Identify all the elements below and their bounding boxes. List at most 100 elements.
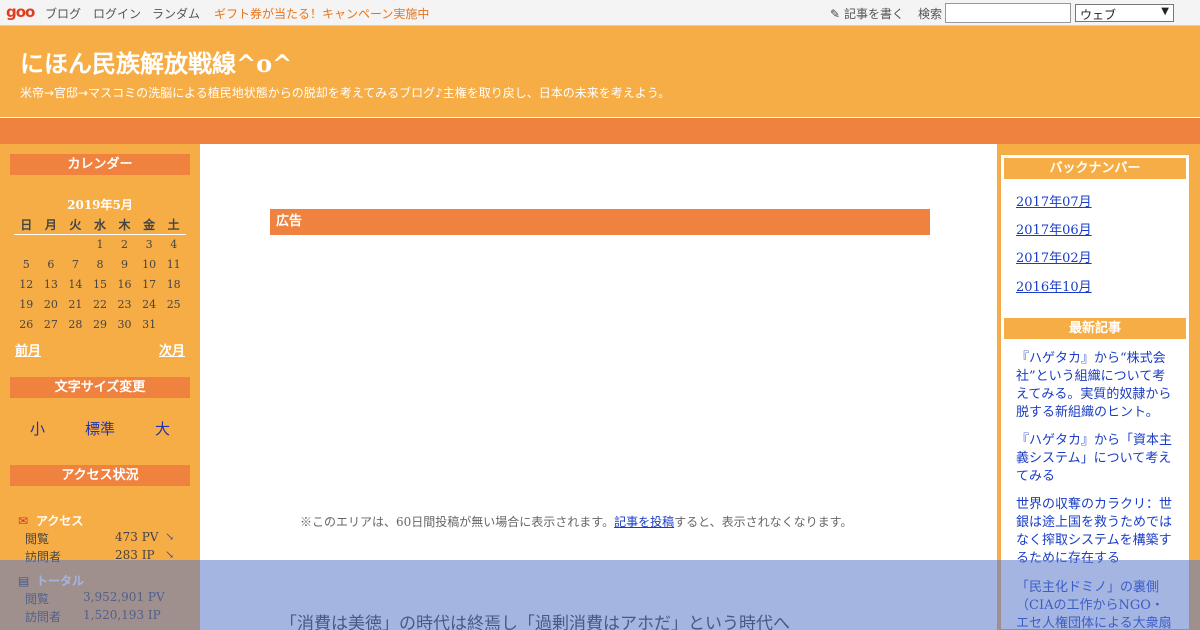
calendar-day: 22 (92, 297, 107, 311)
fontsize-large-button[interactable]: 大 (155, 418, 170, 439)
search-scope-select[interactable]: ウェブ ▼ (1075, 4, 1174, 22)
write-article-button[interactable]: ✎ 記事を書く (830, 5, 904, 22)
calendar-week: 5 6 7 8 9 10 11 (14, 254, 186, 274)
calendar-day: 11 (166, 257, 181, 271)
header-stripe (0, 118, 1200, 144)
write-article-label: 記事を書く (844, 7, 905, 21)
goo-logo[interactable]: goo (6, 3, 35, 21)
calendar-week: 12 13 14 15 16 17 18 (14, 274, 186, 294)
right-sidebar: バックナンバー 2017年07月 2017年06月 2017年02月 2016年… (1000, 154, 1190, 630)
weekday-header: 土 (161, 216, 186, 235)
calendar-day: 7 (71, 257, 79, 271)
recent-article-link[interactable]: 『ハゲタカ』から「資本主義システム」について考えてみる (1016, 432, 1176, 486)
calendar-table: 日月火水木金土 1 2 3 4 5 6 7 8 9 10 11 12 13 14 15 16 17 18 19 20 2… (14, 216, 186, 334)
blog-description: 米帝→官邸→マスコミの洗脳による植民地状態からの脱却を考えてみるブログ♪主権を取… (20, 86, 671, 100)
nav-login-link[interactable]: ログイン (93, 5, 141, 22)
archive-link[interactable]: 2017年02月 (1016, 247, 1092, 266)
left-sidebar: カレンダー 2019年5月 日月火水木金土 1 2 3 4 5 6 7 8 9 10 11 12 13 1… (0, 144, 200, 630)
nav-blog-link[interactable]: ブログ (45, 5, 81, 22)
recent-article-link[interactable]: 世界の収奪のカラクリ：世銀は途上国を救うためではなく搾取システムを構築するために… (1016, 496, 1176, 568)
book-icon: ▤ (18, 574, 30, 588)
calendar-day: 13 (43, 277, 58, 291)
weekday-header: 水 (87, 216, 113, 235)
calendar-day: 17 (142, 277, 157, 291)
calendar-day: 8 (96, 257, 104, 271)
calendar-day: 20 (43, 297, 58, 311)
prev-month-link[interactable]: 前月 (15, 340, 41, 359)
calendar-day: 26 (19, 317, 34, 331)
calendar-day: 23 (117, 297, 132, 311)
total-pv-row: 閲覧 3,952,901 PV (25, 590, 185, 607)
calendar-day: 3 (145, 237, 153, 251)
calendar-week: 19 20 21 22 23 24 25 (14, 294, 186, 314)
main-content: 広告 ※このエリアは、60日間投稿が無い場合に表示されます。記事を投稿すると、表… (200, 144, 997, 630)
fontsize-small-button[interactable]: 小 (30, 418, 45, 439)
calendar-day: 2 (121, 237, 129, 251)
access-ip-label: 訪問者 (25, 550, 62, 564)
recent-title: 最新記事 (1004, 318, 1186, 339)
calendar-title: カレンダー (10, 154, 190, 175)
calendar-day: 18 (166, 277, 181, 291)
calendar-day: 5 (22, 257, 30, 271)
entry-title[interactable]: 「消費は美徳」の時代は終焉し「過剰消費はアホだ」という時代へ (280, 609, 790, 630)
recent-article-link[interactable]: 『ハゲタカ』から“株式会社”という組織について考えてみる。実質的奴隷から脱する新… (1016, 350, 1176, 422)
backnumber-title: バックナンバー (1004, 158, 1186, 179)
weekday-header: 金 (136, 216, 162, 235)
dropdown-arrow-icon: ▼ (1161, 6, 1169, 17)
calendar-day: 31 (142, 317, 157, 331)
calendar-day: 1 (96, 237, 104, 251)
archive-link[interactable]: 2017年07月 (1016, 191, 1092, 210)
calendar-day: 29 (92, 317, 107, 331)
calendar-day: 28 (68, 317, 83, 331)
calendar-day: 19 (19, 297, 34, 311)
fontsize-title: 文字サイズ変更 (10, 377, 190, 398)
total-heading-label: トータル (36, 574, 85, 588)
access-ip-value: 283 IP (115, 548, 155, 562)
calendar-day: 4 (170, 237, 178, 251)
access-pv-value: 473 PV (115, 530, 159, 544)
calendar-day: 27 (43, 317, 58, 331)
calendar-week: 26 27 28 29 30 31 (14, 314, 186, 334)
access-heading-label: アクセス (36, 514, 84, 528)
calendar-day: 21 (68, 297, 83, 311)
access-pv-label: 閲覧 (25, 532, 50, 546)
arrow-down-right-icon[interactable]: ↘ (165, 548, 174, 561)
total-ip-label: 訪問者 (25, 610, 62, 624)
search-input[interactable] (945, 3, 1071, 23)
calendar-day (14, 234, 39, 254)
blog-header: にほん民族解放戦線^o^ 米帝→官邸→マスコミの洗脳による植民地状態からの脱却を… (0, 26, 1200, 118)
calendar-day: 14 (68, 277, 83, 291)
arrow-down-right-icon[interactable]: ↘ (165, 530, 174, 543)
ad-section-title: 広告 (270, 209, 930, 235)
calendar-day (161, 314, 186, 334)
calendar-day: 9 (121, 257, 129, 271)
ad-notice: ※このエリアは、60日間投稿が無い場合に表示されます。記事を投稿すると、表示され… (300, 513, 852, 530)
calendar-day: 24 (142, 297, 157, 311)
weekday-header: 木 (112, 216, 137, 235)
campaign-link[interactable]: ギフト券が当たる！キャンペーン実施中 (214, 5, 429, 22)
weekday-header: 月 (38, 216, 64, 235)
blog-title[interactable]: にほん民族解放戦線^o^ (20, 44, 292, 79)
top-bar: goo ブログ ログイン ランダム ギフト券が当たる！キャンペーン実施中 ✎ 記事… (0, 0, 1200, 26)
access-ip-row: 訪問者 283 IP ↘ (25, 548, 185, 565)
total-ip-value: 1,520,193 IP (83, 608, 161, 622)
calendar-day (39, 234, 64, 254)
calendar-day: 10 (142, 257, 157, 271)
archive-link[interactable]: 2017年06月 (1016, 219, 1092, 238)
nav-random-link[interactable]: ランダム (152, 5, 200, 22)
archive-link[interactable]: 2016年10月 (1016, 276, 1092, 295)
total-pv-label: 閲覧 (25, 592, 50, 606)
total-pv-value: 3,952,901 PV (83, 590, 165, 604)
recent-article-link[interactable]: 「民主化ドミノ」の裏側（CIAの工作からNGO・エセ人権団体による大衆扇動 (1016, 579, 1176, 630)
ad-notice-text: ※このエリアは、60日間投稿が無い場合に表示されます。 (300, 515, 615, 529)
post-article-link[interactable]: 記事を投稿 (614, 515, 674, 529)
calendar-day: 12 (19, 277, 34, 291)
calendar-day: 30 (117, 317, 132, 331)
calendar-week: 1 2 3 4 (14, 234, 186, 254)
weekday-header: 日 (14, 216, 39, 235)
total-heading: ▤ トータル (18, 572, 84, 589)
total-ip-row: 訪問者 1,520,193 IP (25, 608, 185, 625)
next-month-link[interactable]: 次月 (159, 340, 185, 359)
fontsize-normal-button[interactable]: 標準 (85, 418, 115, 439)
fontsize-controls: 小 標準 大 (10, 418, 190, 439)
